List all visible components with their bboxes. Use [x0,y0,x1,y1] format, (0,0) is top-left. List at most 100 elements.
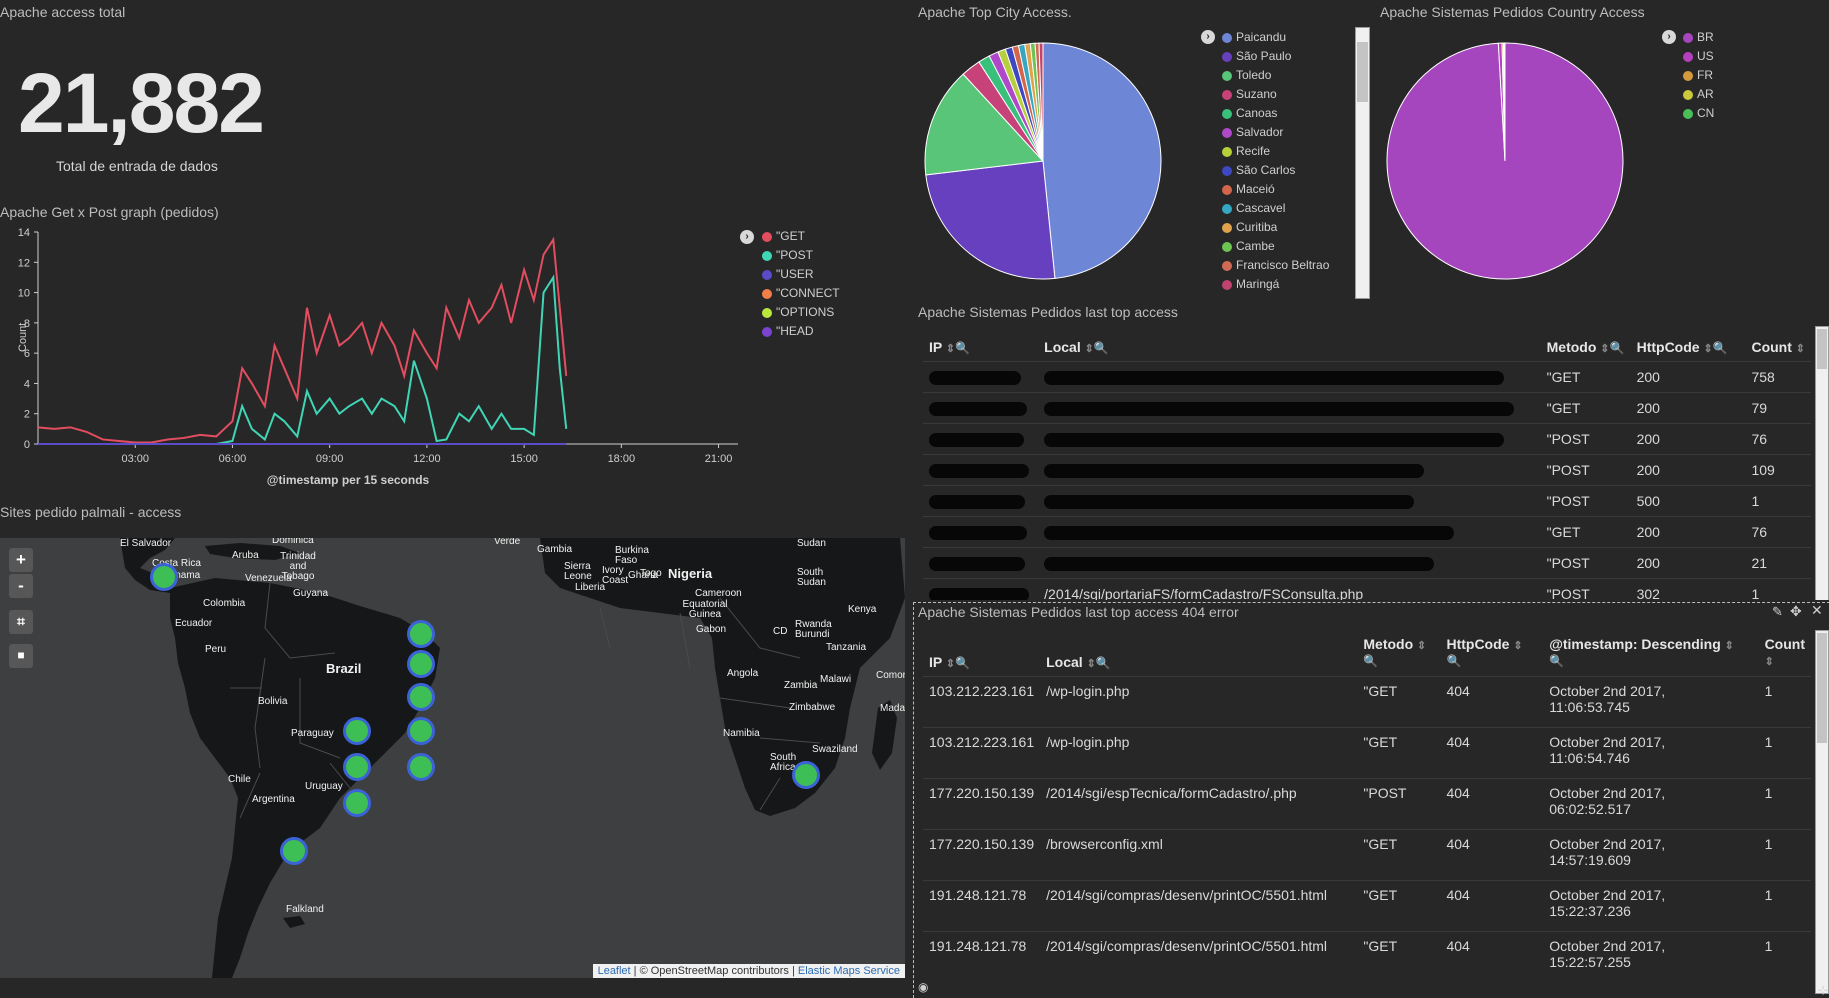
table-row[interactable]: "GET 200 79 [923,391,1811,423]
table-row[interactable]: "GET 200 758 [923,360,1811,392]
magnifier-icon[interactable]: 🔍 [955,656,970,670]
move-icon[interactable]: ✥ [1790,603,1802,620]
legend-item[interactable]: Cambe [1222,237,1329,256]
table-row[interactable]: 177.220.150.139/2014/sgi/espTecnica/form… [923,777,1811,829]
map-label: Dominica [272,538,314,546]
magnifier-icon[interactable]: 🔍 [1713,341,1728,355]
resize-corner-icon[interactable]: ⊹ [1818,983,1828,997]
column-header-metodo[interactable]: Metodo ⇕🔍 [1541,334,1631,361]
timestamp-cell: October 2nd 2017, 11:06:54.746 [1543,726,1759,778]
chevron-right-icon[interactable]: › [740,230,754,244]
legend-item[interactable]: CN [1683,104,1714,123]
column-header-count[interactable]: Count ⇕ [1759,636,1811,676]
map-marker[interactable] [407,650,435,678]
magnifier-icon[interactable]: 🔍 [1610,341,1625,355]
metodo-cell: "GET [1357,879,1441,931]
map-marker[interactable] [407,717,435,745]
ems-link[interactable]: Elastic Maps Service [798,965,900,977]
magnifier-icon[interactable]: 🔍 [1096,656,1111,670]
column-header-local[interactable]: Local ⇕🔍 [1040,636,1357,676]
pencil-icon[interactable]: ✎ [1772,604,1783,620]
table-row[interactable]: "POST 200 109 [923,453,1811,485]
chevron-right-icon[interactable]: › [1662,30,1676,44]
table-row[interactable]: /2014/sgi/portariaFS/formCadastro/FSCons… [923,577,1811,600]
table-row[interactable]: "POST 200 76 [923,422,1811,454]
table-scrollbar[interactable] [1815,326,1829,600]
map-marker[interactable] [343,717,371,745]
table-row[interactable]: "GET 200 76 [923,515,1811,547]
leaflet-link[interactable]: Leaflet [598,965,631,977]
zoom-in-button[interactable]: + [9,548,33,572]
table-row[interactable]: "POST 500 1 [923,484,1811,516]
legend-item[interactable]: FR [1683,66,1714,85]
table-row[interactable]: 191.248.121.78/2014/sgi/compras/desenv/p… [923,879,1811,931]
legend-item[interactable]: Recife [1222,142,1329,161]
column-header-httpcode[interactable]: HttpCode ⇕🔍 [1631,334,1746,361]
legend-dot [1222,222,1232,233]
table-row[interactable]: 191.248.121.78/2014/sgi/compras/desenv/p… [923,930,1811,982]
legend-item[interactable]: "GET [762,227,840,246]
magnifier-icon[interactable]: 🔍 [1363,654,1378,668]
legend-item[interactable]: Suzano [1222,85,1329,104]
legend-item[interactable]: Toledo [1222,66,1329,85]
magnifier-icon[interactable]: 🔍 [955,341,970,355]
pie-slice-0[interactable] [1042,42,1162,279]
map-marker[interactable] [150,563,178,591]
count-cell: 1 [1745,577,1811,600]
legend-item[interactable]: São Carlos [1222,161,1329,180]
legend-item[interactable]: "OPTIONS [762,303,840,322]
legend-item[interactable]: AR [1683,85,1714,104]
magnifier-icon[interactable]: 🔍 [1094,341,1109,355]
column-header-metodo[interactable]: Metodo ⇕🔍 [1357,636,1440,676]
legend-item[interactable]: Paicandu [1222,28,1329,47]
magnifier-icon[interactable]: 🔍 [1549,654,1564,668]
legend-dot [762,269,772,280]
map-marker[interactable] [343,789,371,817]
column-header-ip[interactable]: IP ⇕🔍 [923,636,1040,676]
column-header-timestamp[interactable]: @timestamp: Descending ⇕ 🔍 [1543,636,1758,676]
table-row[interactable]: 103.212.223.161/wp-login.php "GET 404 Octob… [923,726,1811,778]
legend-item[interactable]: US [1683,47,1714,66]
map-marker[interactable] [407,753,435,781]
column-header-local[interactable]: Local ⇕🔍 [1038,334,1540,361]
legend-item[interactable]: São Paulo [1222,47,1329,66]
x-tick-label: 21:00 [705,453,733,465]
magnifier-icon[interactable]: 🔍 [1446,654,1461,668]
legend-item[interactable]: Cascavel [1222,199,1329,218]
legend-item[interactable]: "HEAD [762,322,840,341]
legend-scrollbar[interactable] [1355,27,1370,299]
legend-item[interactable]: Curitiba [1222,218,1329,237]
map-label: Colombia [203,598,246,609]
resize-handle-icon[interactable]: ◉ [918,980,928,994]
table-row[interactable]: "POST 200 21 [923,546,1811,578]
map-marker[interactable] [407,683,435,711]
legend-item[interactable]: Canoas [1222,104,1329,123]
legend-item[interactable]: "POST [762,246,840,265]
table-row[interactable]: 103.212.223.161/wp-login.php "GET 404 Octob… [923,675,1811,727]
map-marker[interactable] [343,753,371,781]
legend-dot [762,250,772,261]
legend-item[interactable]: Francisco Beltrao [1222,256,1329,275]
legend-item[interactable]: Salvador [1222,123,1329,142]
tile-map[interactable]: + - ⌗ ■ El Salvador Costa Rica Panama Ar… [0,538,905,978]
zoom-out-button[interactable]: - [9,574,33,598]
map-marker[interactable] [407,620,435,648]
column-header-ip[interactable]: IP ⇕🔍 [923,334,1038,361]
table-scrollbar[interactable] [1815,630,1829,994]
timestamp-date: October 2nd 2017, [1549,682,1666,699]
legend-item[interactable]: Maceió [1222,180,1329,199]
chevron-right-icon[interactable]: › [1201,30,1215,44]
column-header-count[interactable]: Count ⇕ [1745,334,1811,361]
close-icon[interactable]: ✕ [1811,602,1823,619]
draw-rectangle-icon[interactable]: ■ [9,644,33,668]
legend-item[interactable]: BR [1683,28,1714,47]
legend-item[interactable]: "USER [762,265,840,284]
column-header-httpcode[interactable]: HttpCode ⇕🔍 [1440,636,1543,676]
map-marker[interactable] [792,761,820,789]
pie-slice-1[interactable] [925,160,1056,280]
map-marker[interactable] [280,837,308,865]
fit-bounds-icon[interactable]: ⌗ [9,610,33,634]
table-row[interactable]: 177.220.150.139/browserconfig.xml "GET 404… [923,828,1811,880]
legend-item[interactable]: "CONNECT [762,284,840,303]
legend-item[interactable]: Maringá [1222,275,1329,294]
